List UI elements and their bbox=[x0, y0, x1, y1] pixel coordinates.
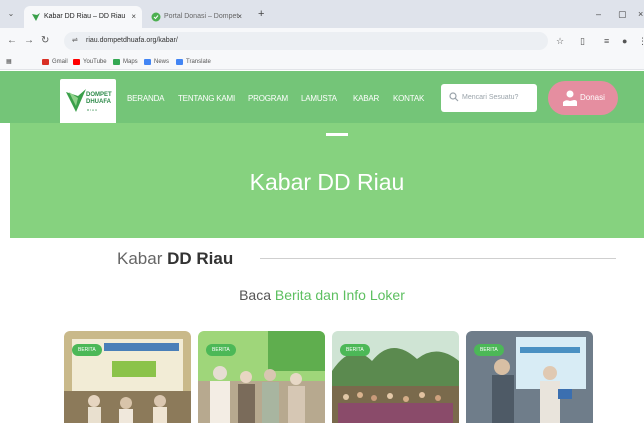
donasi-label: Donasi bbox=[580, 93, 605, 102]
site-info-icon[interactable]: ⇌ bbox=[72, 36, 78, 46]
maps-icon bbox=[113, 59, 120, 65]
tab-list-icon[interactable]: ≡ bbox=[604, 35, 609, 47]
back-icon[interactable]: ← bbox=[7, 35, 17, 47]
nav-lamusta[interactable]: LAMUSTA bbox=[301, 94, 337, 104]
subheading-highlight: Berita dan Info Loker bbox=[274, 287, 405, 303]
bookmark-maps[interactable]: Maps bbox=[113, 56, 138, 68]
gmail-icon bbox=[42, 59, 49, 65]
tab-search-chevron-icon[interactable]: ⌄ bbox=[6, 9, 16, 19]
logo-sub: RIAU bbox=[87, 108, 99, 112]
category-badge: BERITA bbox=[474, 344, 504, 356]
nav-beranda[interactable]: BERANDA bbox=[127, 94, 164, 104]
dompet-dhuafa-favicon-icon bbox=[151, 12, 161, 22]
logo-text-line2: DHUAFA bbox=[86, 99, 111, 105]
bookmark-gmail[interactable]: Gmail bbox=[42, 56, 68, 68]
profile-avatar[interactable]: ● bbox=[622, 35, 627, 47]
url-text: riau.dompetdhuafa.org/kabar/ bbox=[86, 36, 178, 46]
forward-icon[interactable]: → bbox=[24, 35, 34, 47]
minimize-icon[interactable]: – bbox=[596, 8, 601, 20]
apps-grid-icon[interactable]: ▦ bbox=[6, 56, 12, 68]
category-badge: BERITA bbox=[72, 344, 102, 356]
bookmark-label: Maps bbox=[123, 59, 138, 65]
bookmark-youtube[interactable]: YouTube bbox=[73, 56, 107, 68]
dompet-dhuafa-logo-icon bbox=[66, 89, 86, 112]
address-bar-row: ← → ↻ ⇌ riau.dompetdhuafa.org/kabar/ ☆ ▯… bbox=[0, 28, 644, 54]
search-placeholder: Mencari Sesuatu? bbox=[462, 94, 519, 101]
nav-kontak[interactable]: KONTAK bbox=[393, 94, 424, 104]
bookmarks-bar: ▦ Gmail YouTube Maps News Translate bbox=[0, 54, 644, 70]
news-icon bbox=[144, 59, 151, 65]
site-header: DOMPET DHUAFA RIAU BERANDA TENTANG KAMI … bbox=[0, 71, 644, 125]
url-input[interactable]: ⇌ riau.dompetdhuafa.org/kabar/ bbox=[64, 32, 548, 50]
hero-divider bbox=[326, 133, 348, 136]
tab-title: Kabar DD Riau – DD Riau bbox=[44, 13, 126, 20]
category-badge: BERITA bbox=[340, 344, 370, 356]
dompet-dhuafa-favicon-icon bbox=[32, 13, 40, 21]
news-card[interactable]: BERITA bbox=[466, 331, 593, 423]
hero-banner: Kabar DD Riau bbox=[10, 123, 644, 238]
section-heading-rule bbox=[260, 258, 616, 259]
news-card[interactable]: BERITA bbox=[198, 331, 325, 423]
nav-program[interactable]: PROGRAM bbox=[248, 94, 288, 104]
logo-text: DOMPET DHUAFA bbox=[86, 92, 112, 106]
donasi-button[interactable]: Donasi bbox=[548, 81, 618, 115]
logo-text-line1: DOMPET bbox=[86, 92, 112, 98]
nav-tentang-kami[interactable]: TENTANG KAMI bbox=[178, 94, 235, 104]
bookmark-label: YouTube bbox=[83, 59, 107, 65]
section-subheading: Baca Berita dan Info Loker bbox=[0, 286, 644, 304]
news-card[interactable]: BERITA bbox=[332, 331, 459, 423]
section-heading: Kabar DD Riau bbox=[117, 248, 233, 270]
youtube-icon bbox=[73, 59, 80, 65]
search-input[interactable]: Mencari Sesuatu? bbox=[441, 84, 537, 112]
bookmark-label: News bbox=[154, 59, 170, 65]
section-heading-bold: DD Riau bbox=[167, 249, 234, 268]
tab-kabar-dd-riau[interactable]: Kabar DD Riau – DD Riau × bbox=[24, 6, 142, 28]
restore-icon[interactable]: ▢ bbox=[618, 8, 627, 20]
section-heading-prefix: Kabar bbox=[117, 249, 163, 268]
bookmark-news[interactable]: News bbox=[144, 56, 169, 68]
reading-list-icon[interactable]: ▯ bbox=[580, 35, 585, 47]
tab-close-icon[interactable]: × bbox=[131, 6, 136, 28]
close-window-icon[interactable]: × bbox=[638, 8, 643, 20]
new-tab-button[interactable]: + bbox=[258, 8, 264, 20]
subheading-prefix: Baca bbox=[239, 287, 272, 303]
browser-tab-bar: ⌄ Kabar DD Riau – DD Riau × Portal Donas… bbox=[0, 0, 644, 42]
url-path: /kabar/ bbox=[156, 37, 178, 44]
tab-close-icon[interactable]: × bbox=[237, 6, 242, 28]
site-logo[interactable]: DOMPET DHUAFA RIAU bbox=[60, 79, 116, 125]
reload-icon[interactable]: ↻ bbox=[41, 35, 49, 47]
nav-kabar[interactable]: KABAR bbox=[353, 94, 379, 104]
bookmark-translate[interactable]: Translate bbox=[176, 56, 211, 68]
bookmark-label: Gmail bbox=[52, 59, 68, 65]
url-host: riau.dompetdhuafa.org bbox=[86, 37, 157, 44]
translate-icon bbox=[176, 59, 183, 65]
category-badge: BERITA bbox=[206, 344, 236, 356]
bookmark-star-icon[interactable]: ☆ bbox=[556, 35, 564, 47]
news-card[interactable]: BERITA bbox=[64, 331, 191, 423]
tab-portal-donasi[interactable]: Portal Donasi – Dompet Dhuafa × bbox=[144, 6, 248, 42]
search-icon bbox=[449, 92, 459, 102]
more-menu-icon[interactable]: ⋮ bbox=[638, 35, 644, 47]
bookmark-label: Translate bbox=[186, 59, 211, 65]
donate-hand-icon bbox=[563, 90, 577, 106]
page-title: Kabar DD Riau bbox=[249, 169, 405, 195]
